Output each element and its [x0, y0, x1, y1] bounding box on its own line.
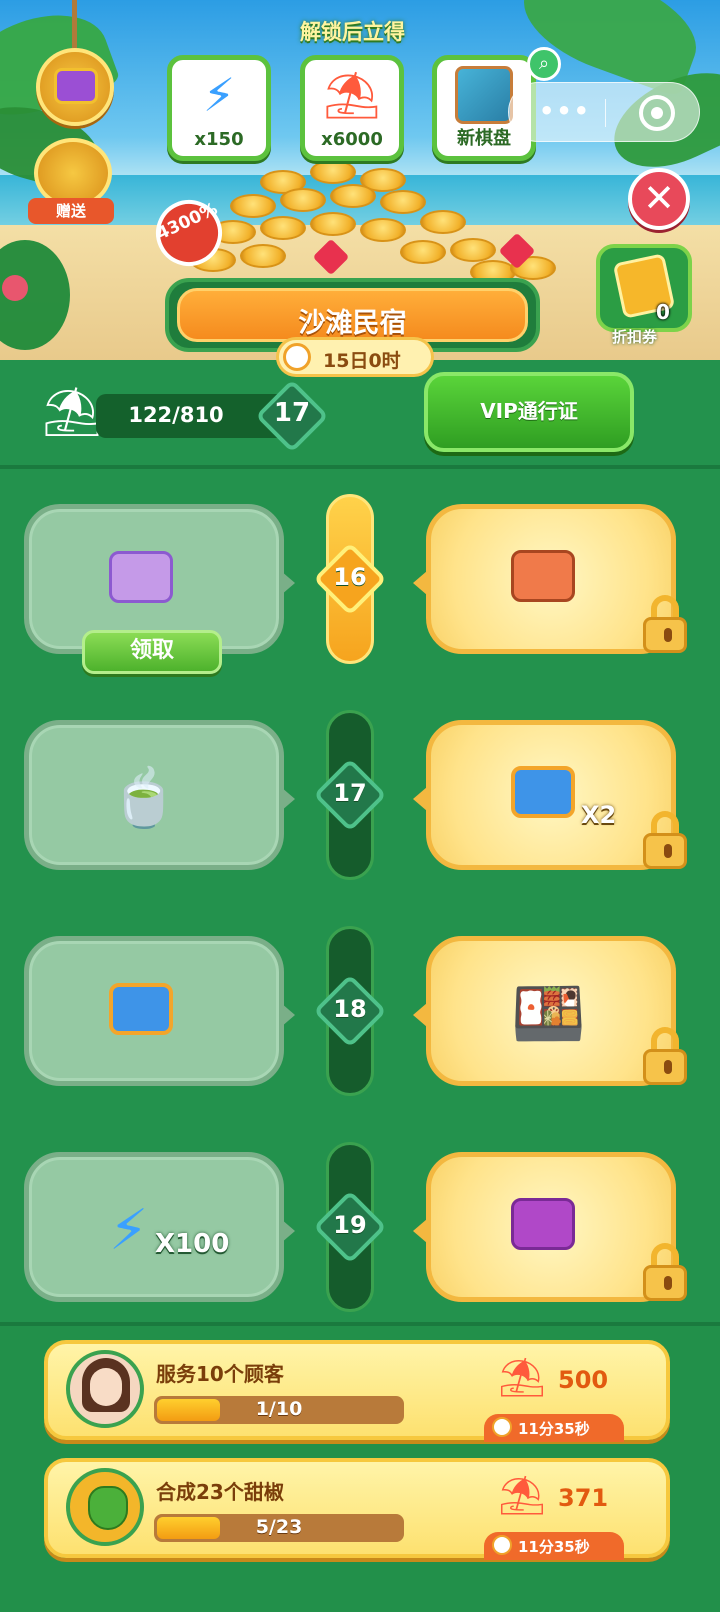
unlock-title: 解锁后立得 — [300, 20, 405, 44]
reward-quantity: x6000 — [321, 129, 383, 150]
free-reward-card[interactable]: ⚡ X100 — [24, 1152, 295, 1302]
umbrella-coin-icon: ⛱ — [498, 1355, 547, 1399]
level-node-number: 19 — [333, 1211, 367, 1239]
vip-pass-button[interactable]: VIP通行证 — [424, 372, 634, 452]
level-number: 17 — [273, 398, 311, 428]
level-progress-text: 122/810 — [128, 403, 224, 427]
close-button[interactable]: ✕ — [628, 168, 690, 230]
reward-row-18: 18 🍱 — [0, 926, 720, 1096]
avatar — [66, 1350, 144, 1428]
task-timer-text: 11分35秒 — [518, 1420, 590, 1438]
lock-icon — [641, 1027, 689, 1085]
purple-chest-icon — [109, 551, 173, 617]
level-node-number: 16 — [333, 563, 367, 591]
task-progress-text: 1/10 — [255, 1398, 303, 1420]
miniprogram-capsule: ••• — [508, 82, 700, 142]
tea-cup-icon: 🍵 — [109, 766, 179, 831]
vip-reward-card[interactable]: X2 — [413, 720, 687, 870]
orange-chest-icon — [511, 547, 575, 617]
event-title: 沙滩民宿 — [298, 308, 407, 339]
close-miniprogram-icon[interactable] — [639, 95, 675, 131]
level-node-number: 18 — [333, 995, 367, 1023]
coin-pile-illustration — [170, 160, 570, 290]
free-reward-card[interactable]: 🍵 — [24, 720, 295, 870]
lightning-icon: ⚡ — [202, 68, 236, 122]
clock-icon — [492, 1417, 512, 1437]
coupon-count: 0 — [656, 300, 670, 324]
discount-coupon-button[interactable]: 0 — [596, 244, 692, 332]
lock-icon — [641, 595, 689, 653]
unlock-reward-energy[interactable]: ⚡ x150 — [167, 55, 271, 161]
umbrella-coin-icon: ⛱ — [498, 1473, 547, 1517]
task-card[interactable]: 合成23个甜椒 5/23 ⛱ 371 11分35秒 — [44, 1458, 670, 1560]
task-reward-value: 500 — [558, 1366, 609, 1394]
avatar — [66, 1468, 144, 1546]
chest-button[interactable] — [36, 48, 114, 126]
clock-icon — [492, 1535, 512, 1555]
more-icon[interactable]: ••• — [539, 97, 591, 125]
lightning-icon: ⚡ — [109, 1198, 149, 1263]
rope-decoration — [72, 0, 77, 50]
free-reward-quantity: X100 — [155, 1229, 230, 1259]
lock-icon — [641, 811, 689, 869]
section-divider — [0, 465, 720, 469]
blue-chest-icon — [511, 763, 575, 833]
umbrella-coin-icon: ⛱ — [322, 68, 382, 122]
board-thumbnail — [455, 66, 513, 124]
task-card[interactable]: 服务10个顾客 1/10 ⛱ 500 11分35秒 — [44, 1340, 670, 1442]
event-timer: 15日0时 — [276, 337, 434, 377]
task-timer-text: 11分35秒 — [518, 1538, 590, 1556]
level-node-number: 17 — [333, 779, 367, 807]
umbrella-coin-icon: ⛱ — [41, 384, 103, 440]
task-progress-bar: 1/10 — [154, 1396, 404, 1424]
blue-chest-icon — [109, 983, 173, 1049]
lock-icon — [641, 1243, 689, 1301]
vip-reward-card[interactable] — [413, 504, 687, 654]
unlock-reward-coins[interactable]: ⛱ x6000 — [300, 55, 404, 161]
vip-reward-card[interactable]: 🍱 — [413, 936, 687, 1086]
task-panel: 服务10个顾客 1/10 ⛱ 500 11分35秒 合成23个甜椒 5/23 ⛱… — [0, 1322, 720, 1612]
task-timer: 11分35秒 — [484, 1414, 624, 1442]
timer-text: 15日0时 — [323, 350, 401, 372]
purple-chest-icon — [54, 68, 98, 104]
capsule-divider — [605, 99, 606, 127]
bell-pepper-icon — [88, 1486, 128, 1530]
vip-reward-quantity: X2 — [581, 801, 617, 829]
claim-button[interactable]: 领取 — [82, 630, 222, 674]
search-icon[interactable]: ⌕ — [527, 47, 561, 81]
clock-icon — [283, 343, 311, 371]
free-reward-card[interactable] — [24, 936, 295, 1086]
reward-quantity: x150 — [194, 129, 244, 150]
task-reward-value: 371 — [558, 1484, 609, 1512]
reward-row-19: ⚡ X100 19 — [0, 1142, 720, 1312]
task-progress-bar: 5/23 — [154, 1514, 404, 1542]
coupon-label: 折扣券 — [612, 328, 658, 346]
violet-chest-icon — [511, 1195, 575, 1265]
task-title: 服务10个顾客 — [156, 1362, 284, 1386]
reward-row-17: 🍵 17 X2 — [0, 710, 720, 880]
task-progress-text: 5/23 — [255, 1516, 303, 1538]
food-platter-icon: 🍱 — [511, 979, 586, 1049]
vip-reward-card[interactable] — [413, 1152, 687, 1302]
task-timer: 11分35秒 — [484, 1532, 624, 1560]
gift-label[interactable]: 赠送 — [28, 198, 114, 224]
flower-decoration — [2, 275, 28, 301]
task-title: 合成23个甜椒 — [156, 1480, 284, 1504]
